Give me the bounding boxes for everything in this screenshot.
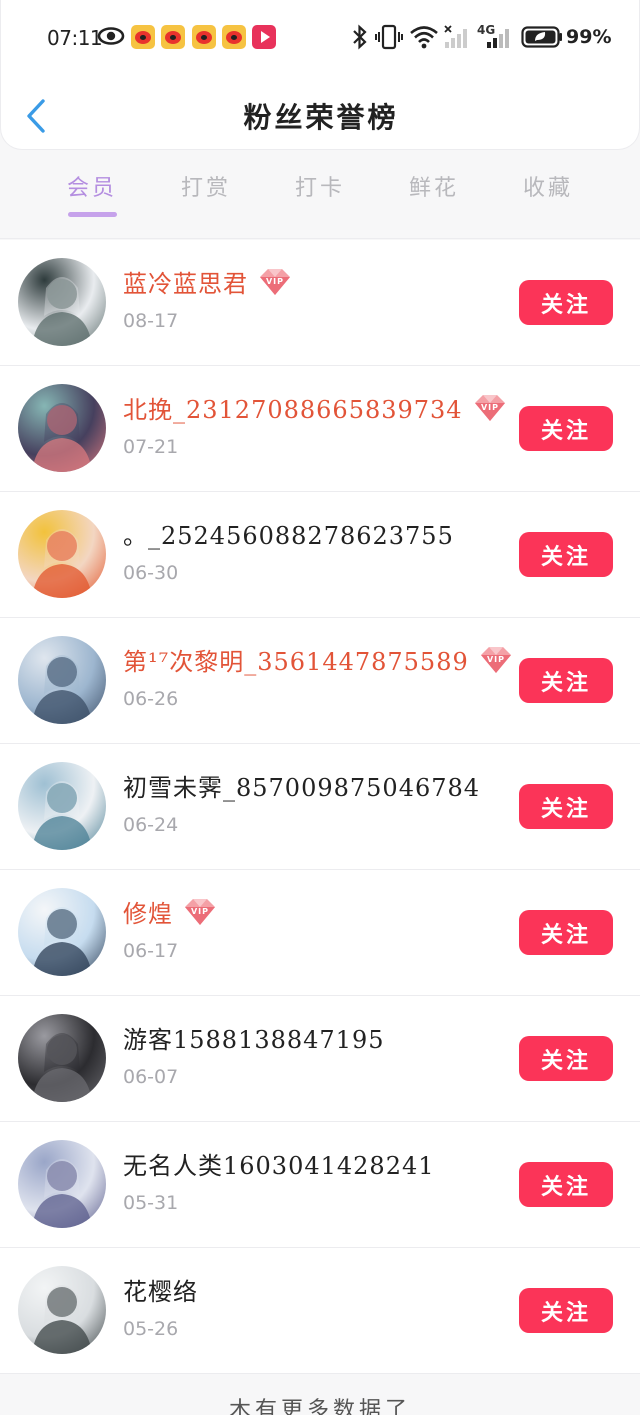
avatar[interactable] bbox=[18, 510, 106, 598]
weibo-icon bbox=[192, 25, 216, 49]
fan-list-item[interactable]: 花樱络 05-26 关注 bbox=[0, 1248, 640, 1374]
weibo-icon bbox=[161, 25, 185, 49]
avatar[interactable] bbox=[18, 762, 106, 850]
signal-icon bbox=[444, 25, 467, 48]
fan-list-item[interactable]: 游客1588138847195 06-07 关注 bbox=[0, 996, 640, 1122]
fan-list-item[interactable]: 无名人类1603041428241 05-31 关注 bbox=[0, 1122, 640, 1248]
follow-button[interactable]: 关注 bbox=[519, 532, 613, 577]
svg-text:VIP: VIP bbox=[266, 277, 284, 286]
follow-button[interactable]: 关注 bbox=[519, 784, 613, 829]
tab-favorite[interactable]: 收藏 bbox=[498, 170, 598, 202]
tab-tip[interactable]: 打赏 bbox=[156, 170, 256, 202]
active-tab-indicator bbox=[68, 212, 117, 217]
follow-button[interactable]: 关注 bbox=[519, 280, 613, 325]
weibo-icon bbox=[131, 25, 155, 49]
fan-name-text: 游客1588138847195 bbox=[123, 1026, 385, 1054]
svg-text:VIP: VIP bbox=[487, 655, 505, 664]
fan-date: 08-17 bbox=[123, 310, 179, 332]
fan-date: 05-31 bbox=[123, 1192, 179, 1214]
follow-button[interactable]: 关注 bbox=[519, 1162, 613, 1207]
status-bar: 07:11 4G 99% bbox=[1, 16, 640, 60]
fan-name[interactable]: 。_252456088278623755 bbox=[123, 516, 454, 551]
tab-flower[interactable]: 鲜花 bbox=[384, 170, 484, 202]
header-card: 07:11 4G 99% 粉丝荣誉榜 bbox=[0, 0, 640, 150]
avatar[interactable] bbox=[18, 1140, 106, 1228]
fan-name-text: 第¹⁷次黎明_3561447875589 bbox=[123, 648, 469, 676]
battery-level: 99% bbox=[566, 26, 612, 48]
follow-button[interactable]: 关注 bbox=[519, 658, 613, 703]
follow-button[interactable]: 关注 bbox=[519, 1288, 613, 1333]
fan-name[interactable]: 游客1588138847195 bbox=[123, 1020, 385, 1055]
avatar[interactable] bbox=[18, 384, 106, 472]
signal-4g-icon bbox=[487, 29, 509, 48]
no-more-data-text: 木有更多数据了 bbox=[228, 1398, 411, 1415]
fan-date: 06-30 bbox=[123, 562, 179, 584]
fan-name[interactable]: 初雪未霁_857009875046784 bbox=[123, 768, 480, 803]
tab-member[interactable]: 会员 bbox=[42, 170, 142, 202]
vip-diamond-icon: VIP bbox=[256, 267, 294, 297]
eye-icon bbox=[97, 27, 125, 45]
bluetooth-icon bbox=[353, 24, 367, 50]
fan-list: 蓝冷蓝思君 VIP 08-17 关注 北挽_23127088665839734 VIP 07… bbox=[0, 240, 640, 1374]
svg-text:VIP: VIP bbox=[481, 403, 499, 412]
avatar[interactable] bbox=[18, 1266, 106, 1354]
follow-button[interactable]: 关注 bbox=[519, 406, 613, 451]
fan-date: 06-17 bbox=[123, 940, 179, 962]
tab-checkin[interactable]: 打卡 bbox=[270, 170, 370, 202]
avatar[interactable] bbox=[18, 636, 106, 724]
fan-name[interactable]: 无名人类1603041428241 bbox=[123, 1146, 435, 1181]
avatar[interactable] bbox=[18, 1014, 106, 1102]
vip-diamond-icon: VIP bbox=[471, 393, 509, 423]
fan-name[interactable]: 修煌 VIP bbox=[123, 894, 219, 929]
weibo-icon bbox=[222, 25, 246, 49]
fan-name-text: 花樱络 bbox=[123, 1278, 198, 1306]
fan-list-item[interactable]: 修煌 VIP 06-17 关注 bbox=[0, 870, 640, 996]
fan-list-item[interactable]: 。_252456088278623755 06-30 关注 bbox=[0, 492, 640, 618]
divider bbox=[0, 238, 640, 239]
fan-name[interactable]: 花樱络 bbox=[123, 1272, 198, 1307]
follow-button[interactable]: 关注 bbox=[519, 910, 613, 955]
follow-button[interactable]: 关注 bbox=[519, 1036, 613, 1081]
fan-name-text: 修煌 bbox=[123, 900, 173, 928]
svg-text:VIP: VIP bbox=[191, 907, 209, 916]
avatar[interactable] bbox=[18, 258, 106, 346]
fan-list-item[interactable]: 北挽_23127088665839734 VIP 07-21 关注 bbox=[0, 366, 640, 492]
fan-name-text: 无名人类1603041428241 bbox=[123, 1152, 435, 1180]
vibrate-icon bbox=[375, 24, 403, 50]
fan-list-item[interactable]: 第¹⁷次黎明_3561447875589 VIP 06-26 关注 bbox=[0, 618, 640, 744]
fan-name-text: 蓝冷蓝思君 bbox=[123, 270, 248, 298]
page-title: 粉丝荣誉榜 bbox=[243, 101, 399, 134]
fan-name-text: 北挽_23127088665839734 bbox=[123, 396, 463, 424]
fan-list-item[interactable]: 初雪未霁_857009875046784 06-24 关注 bbox=[0, 744, 640, 870]
status-time: 07:11 bbox=[47, 26, 103, 50]
fan-date: 05-26 bbox=[123, 1318, 179, 1340]
fan-name[interactable]: 北挽_23127088665839734 VIP bbox=[123, 390, 509, 425]
fan-list-item[interactable]: 蓝冷蓝思君 VIP 08-17 关注 bbox=[0, 240, 640, 366]
vip-diamond-icon: VIP bbox=[477, 645, 515, 675]
fan-date: 06-26 bbox=[123, 688, 179, 710]
fan-name-text: 。_252456088278623755 bbox=[123, 522, 454, 550]
fan-date: 06-24 bbox=[123, 814, 179, 836]
wifi-icon bbox=[410, 26, 438, 49]
fan-name[interactable]: 蓝冷蓝思君 VIP bbox=[123, 264, 294, 299]
vip-diamond-icon: VIP bbox=[181, 897, 219, 927]
avatar[interactable] bbox=[18, 888, 106, 976]
fan-date: 07-21 bbox=[123, 436, 179, 458]
fan-name-text: 初雪未霁_857009875046784 bbox=[123, 774, 481, 802]
fan-name[interactable]: 第¹⁷次黎明_3561447875589 VIP bbox=[123, 642, 515, 677]
battery-icon bbox=[521, 26, 562, 48]
video-app-icon bbox=[252, 25, 276, 49]
fan-date: 06-07 bbox=[123, 1066, 179, 1088]
tab-bar: 会员 打赏 打卡 鲜花 收藏 bbox=[0, 160, 640, 220]
